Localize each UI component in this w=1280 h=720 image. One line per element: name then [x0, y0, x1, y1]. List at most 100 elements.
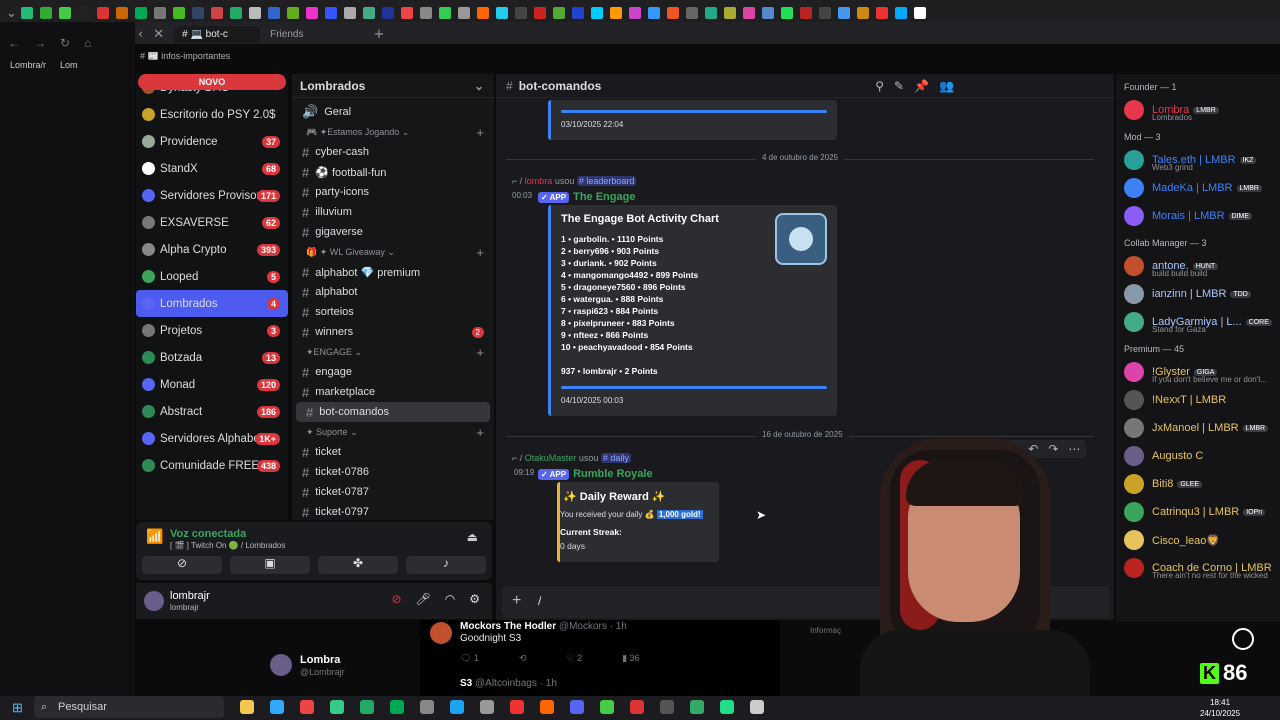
taskbar-app-icon[interactable] — [300, 700, 314, 714]
pinned-tab-icon[interactable] — [362, 7, 375, 19]
channel-item[interactable]: # ⚽ football-fun — [292, 162, 494, 182]
taskbar-app-icon[interactable] — [420, 700, 434, 714]
pinned-tab-icon[interactable] — [590, 7, 603, 19]
command-name-2[interactable]: # daily — [600, 453, 631, 463]
channel-item[interactable]: # bot-comandos — [296, 402, 490, 422]
pinned-tab-icon[interactable] — [856, 7, 869, 19]
pinned-tab-icon[interactable] — [647, 7, 660, 19]
server-item[interactable]: Escritorio do PSY 2.0$ — [136, 101, 288, 128]
server-item[interactable]: Providence 37 — [136, 128, 288, 155]
server-item[interactable]: StandX 68 — [136, 155, 288, 182]
channel-item[interactable]: # ticket-0787 — [292, 482, 494, 502]
taskbar-app-icon[interactable] — [600, 700, 614, 714]
member-item[interactable]: Biti8 GLEE — [1116, 470, 1280, 498]
server-item[interactable]: Projetos 3 — [136, 317, 288, 344]
channel-item[interactable]: # engage — [292, 362, 494, 382]
server-item[interactable]: Servidores Provisorio 171 — [136, 182, 288, 209]
pinned-tab-icon[interactable] — [210, 7, 223, 19]
channel-item[interactable]: # party-icons — [292, 182, 494, 202]
channel-item[interactable]: # alphabot 💎 premium — [292, 262, 494, 282]
server-header[interactable]: Lombrados ⌄ — [292, 74, 494, 98]
member-item[interactable]: Morais | LMBR DIME — [1116, 202, 1280, 230]
pinned-tab-icon[interactable] — [495, 7, 508, 19]
reload-icon[interactable]: ✕ — [153, 27, 164, 42]
server-item[interactable]: Monad 120 — [136, 371, 288, 398]
pinned-tab-icon[interactable] — [571, 7, 584, 19]
pinned-tab-icon[interactable] — [533, 7, 546, 19]
taskbar-app-icon[interactable] — [720, 700, 734, 714]
pinned-tab-icon[interactable] — [913, 7, 926, 19]
pinned-tab-icon[interactable] — [229, 7, 242, 19]
reply-count[interactable]: 🗨 1 — [460, 653, 479, 664]
tweet-author[interactable]: Mockors The Hodler @Mockors · 1h — [460, 621, 627, 632]
channel-item[interactable]: # cyber-cash — [292, 142, 494, 162]
add-channel-icon[interactable]: + — [476, 245, 484, 260]
tab-bot-comandos[interactable]: # 💻 bot-c — [174, 26, 261, 43]
channel-item[interactable]: # alphabot — [292, 282, 494, 302]
pinned-tab-icon[interactable] — [476, 7, 489, 19]
pinned-tab-icon[interactable] — [286, 7, 299, 19]
pinned-tab-icon[interactable] — [837, 7, 850, 19]
pinned-tab-icon[interactable] — [723, 7, 736, 19]
windows-start-icon[interactable]: ⊞ — [12, 700, 23, 716]
taskbar-app-icon[interactable] — [270, 700, 284, 714]
pinned-tab-icon[interactable] — [134, 7, 147, 19]
member-item[interactable]: MadeKa | LMBR LMBR — [1116, 174, 1280, 202]
voice-channel[interactable]: [ 🎬 ] Twitch On 🟢 / Lombrados — [170, 541, 285, 550]
pinned-tab-icon[interactable] — [685, 7, 698, 19]
server-item[interactable]: Comunidade FREE 438 — [136, 452, 288, 479]
pinned-tab-icon[interactable] — [438, 7, 451, 19]
server-item[interactable]: Abstract 186 — [136, 398, 288, 425]
pinned-tab-icon[interactable] — [704, 7, 717, 19]
headset-icon[interactable]: ◠ — [445, 592, 455, 606]
server-item[interactable]: Looped 5 — [136, 263, 288, 290]
retweet-icon[interactable]: ⟲ — [519, 653, 527, 664]
camera-off-button[interactable]: ⊘ — [142, 556, 222, 574]
profile-avatar[interactable] — [270, 654, 292, 676]
gear-icon[interactable]: ⚙ — [469, 592, 480, 606]
pinned-tab-icon[interactable] — [818, 7, 831, 19]
taskbar-app-icon[interactable] — [510, 700, 524, 714]
channel-item[interactable]: # sorteios — [292, 302, 494, 322]
member-item[interactable]: Coach de Corno | LMBR There ain't no rest… — [1116, 554, 1280, 582]
pinned-tab-icon[interactable] — [457, 7, 470, 19]
taskbar-app-icon[interactable] — [690, 700, 704, 714]
pinned-tab-icon[interactable] — [115, 7, 128, 19]
pinned-tab-icon[interactable] — [419, 7, 432, 19]
member-item[interactable]: Lombra LMBR Lombrados — [1116, 96, 1280, 124]
taskbar-app-icon[interactable] — [750, 700, 764, 714]
taskbar-app-icon[interactable] — [570, 700, 584, 714]
pinned-tab-icon[interactable] — [799, 7, 812, 19]
camera-muted-icon[interactable]: ⊘ — [391, 592, 401, 606]
pinned-tab-icon[interactable] — [381, 7, 394, 19]
member-item[interactable]: Tales.eth | LMBR IKZ Web3 grind — [1116, 146, 1280, 174]
member-item[interactable]: Augusto C — [1116, 442, 1280, 470]
server-item[interactable]: Alpha Crypto 393 — [136, 236, 288, 263]
taskbar-app-icon[interactable] — [540, 700, 554, 714]
command-user-2[interactable]: OtakuMaster — [525, 453, 577, 463]
server-item[interactable]: Servidores Alphabot 1K+ — [136, 425, 288, 452]
taskbar-app-icon[interactable] — [660, 700, 674, 714]
taskbar-clock[interactable]: 18:41 24/10/2025 — [1200, 697, 1240, 719]
taskbar-app-icon[interactable] — [630, 700, 644, 714]
add-channel-icon[interactable]: + — [476, 345, 484, 360]
channel-category[interactable]: 🎮 ✦Estamos Jogando ⌄ + — [292, 122, 494, 142]
pinned-tab-icon[interactable] — [267, 7, 280, 19]
pinned-tab-icon[interactable] — [552, 7, 565, 19]
pinned-tab-icon[interactable] — [39, 7, 52, 19]
channel-item[interactable]: # ticket — [292, 442, 494, 462]
pinned-tab-icon[interactable] — [609, 7, 622, 19]
pinned-tab-icon[interactable] — [248, 7, 261, 19]
avatar[interactable] — [144, 591, 164, 611]
member-item[interactable]: LadyGarmiya | L... CORE Stand for Gaza — [1116, 308, 1280, 336]
pinned-tabs[interactable] — [17, 7, 929, 19]
pinned-tab-icon[interactable] — [514, 7, 527, 19]
profile-name[interactable]: Lombra — [300, 654, 340, 666]
channel-item[interactable]: # winners 2 — [292, 322, 494, 342]
pinned-tab-icon[interactable] — [324, 7, 337, 19]
channel-item[interactable]: # marketplace — [292, 382, 494, 402]
tab-list-icon[interactable]: ⌄ — [6, 6, 17, 21]
like-count[interactable]: ♡ 2 — [567, 653, 583, 664]
tweet-author-2[interactable]: S3 @Altcoinbags · 1h — [460, 678, 557, 689]
add-channel-icon[interactable]: + — [476, 425, 484, 440]
